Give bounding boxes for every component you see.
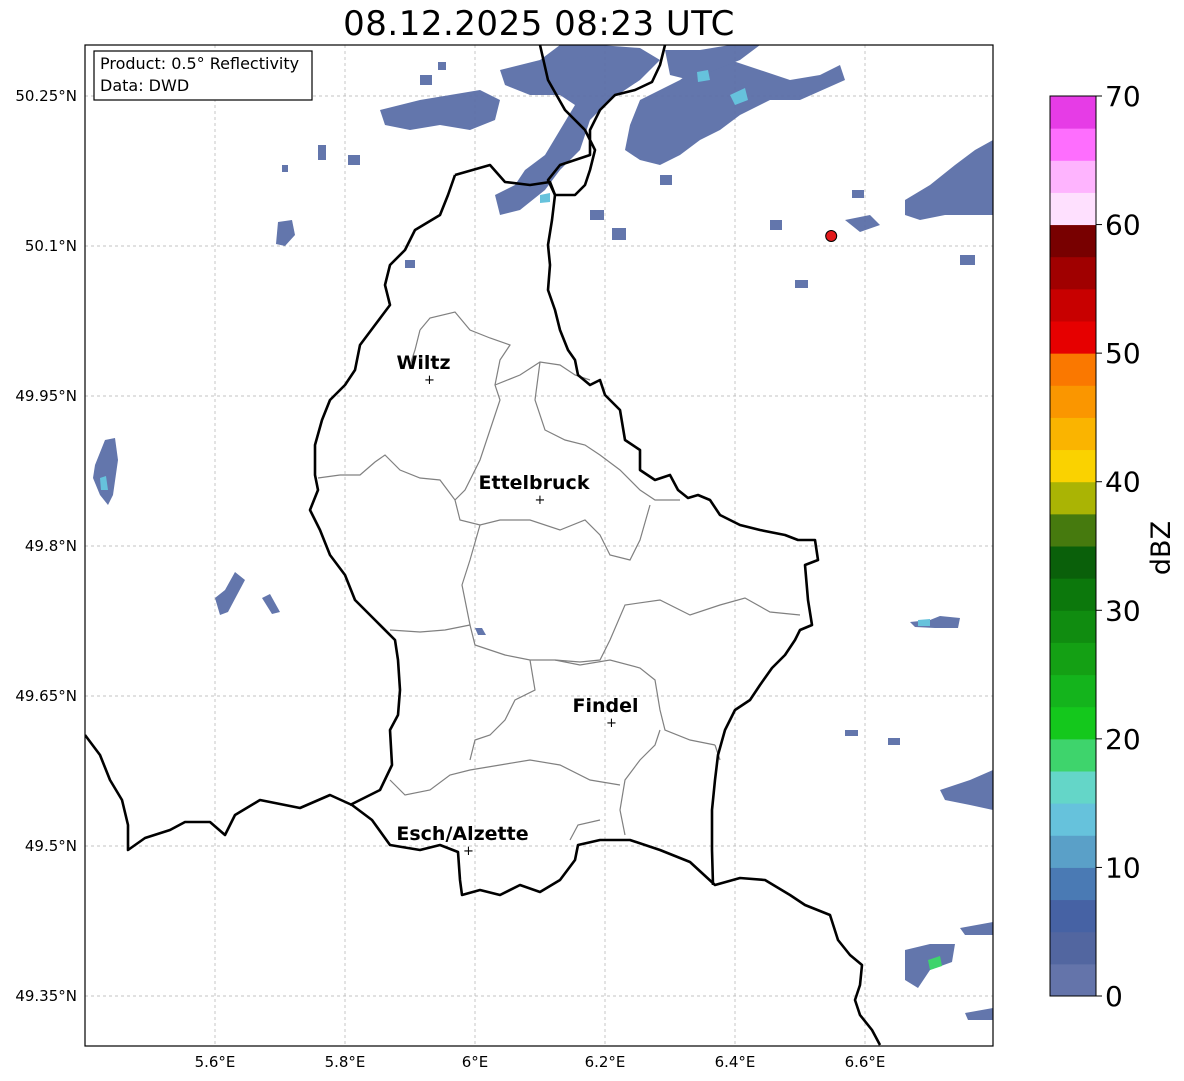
city-label: Wiltz: [396, 352, 450, 374]
colorbar-segment: [1050, 610, 1096, 643]
y-tick-label: 49.95°N: [15, 387, 77, 405]
colorbar-segment: [1050, 513, 1096, 547]
colorbar-label: dBZ: [1146, 521, 1177, 575]
colorbar-segment: [1050, 288, 1096, 322]
colorbar-segment: [1050, 835, 1096, 868]
y-tick-label: 49.65°N: [15, 687, 77, 705]
x-tick-label: 6°E: [462, 1053, 489, 1071]
colorbar-segment: [1050, 899, 1096, 933]
colorbar-segment: [1050, 481, 1096, 515]
colorbar-tick-label: 70: [1105, 80, 1141, 113]
colorbar-segment: [1050, 449, 1096, 483]
colorbar-segment: [1050, 353, 1096, 386]
colorbar-tick-label: 60: [1105, 209, 1141, 242]
colorbar-tick-label: 20: [1105, 723, 1141, 756]
colorbar-tick-label: 30: [1105, 594, 1141, 627]
colorbar-segment: [1050, 867, 1096, 901]
radar-site-marker: [825, 230, 838, 242]
info-data-source: Data: DWD: [100, 76, 189, 95]
y-tick-label: 50.1°N: [25, 237, 77, 255]
colorbar-segment: [1050, 738, 1096, 772]
colorbar-segment: [1050, 224, 1096, 258]
x-tick-label: 5.6°E: [195, 1053, 236, 1071]
colorbar-segment: [1050, 546, 1096, 579]
info-product: Product: 0.5° Reflectivity: [100, 54, 299, 73]
colorbar: 0 10 20 30 40 50 60 70: [1049, 80, 1141, 1013]
colorbar-segment: [1050, 771, 1096, 804]
y-axis-ticks: 50.25°N 50.1°N 49.95°N 49.8°N 49.65°N 49.5°N 4…: [15, 87, 77, 1005]
colorbar-segment: [1050, 642, 1096, 676]
city-label: Findel: [572, 695, 638, 717]
x-tick-label: 6.2°E: [585, 1053, 626, 1071]
info-box: Product: 0.5° Reflectivity Data: DWD: [93, 50, 313, 101]
x-tick-label: 6.4°E: [715, 1053, 756, 1071]
city-marker-icon: +: [424, 373, 435, 388]
city-label: Esch/Alzette: [396, 823, 528, 845]
x-tick-label: 5.8°E: [325, 1053, 366, 1071]
city-marker-icon: +: [535, 493, 546, 508]
x-tick-label: 6.6°E: [845, 1053, 886, 1071]
colorbar-segment: [1050, 803, 1096, 836]
colorbar-segment: [1050, 706, 1096, 740]
city-marker-icon: +: [606, 716, 617, 731]
y-tick-label: 50.25°N: [15, 87, 77, 105]
colorbar-tick-label: 50: [1105, 337, 1141, 370]
city-label: Ettelbruck: [479, 472, 590, 494]
colorbar-tick-label: 10: [1105, 851, 1141, 884]
colorbar-tick-label: 40: [1105, 466, 1141, 499]
y-tick-label: 49.5°N: [25, 837, 77, 855]
colorbar-segment: [1050, 96, 1096, 129]
colorbar-segment: [1050, 578, 1096, 611]
colorbar-segment: [1050, 417, 1096, 451]
colorbar-segment: [1050, 160, 1096, 193]
y-tick-label: 49.35°N: [15, 987, 77, 1005]
colorbar-segment: [1050, 128, 1096, 161]
colorbar-segment: [1050, 931, 1096, 965]
colorbar-segment: [1050, 256, 1096, 290]
x-axis-ticks: 5.6°E 5.8°E 6°E 6.2°E 6.4°E 6.6°E: [195, 1053, 886, 1071]
colorbar-segment: [1050, 385, 1096, 418]
colorbar-tick-label: 0: [1105, 980, 1123, 1013]
colorbar-segment: [1050, 321, 1096, 354]
city-marker-icon: +: [463, 844, 474, 859]
y-tick-label: 49.8°N: [25, 537, 77, 555]
colorbar-segment: [1050, 674, 1096, 708]
radar-figure: +Wiltz+Ettelbruck+Findel+Esch/Alzette Pr…: [15, 44, 1177, 1071]
colorbar-segment: [1050, 192, 1096, 226]
colorbar-segment: [1050, 963, 1096, 997]
